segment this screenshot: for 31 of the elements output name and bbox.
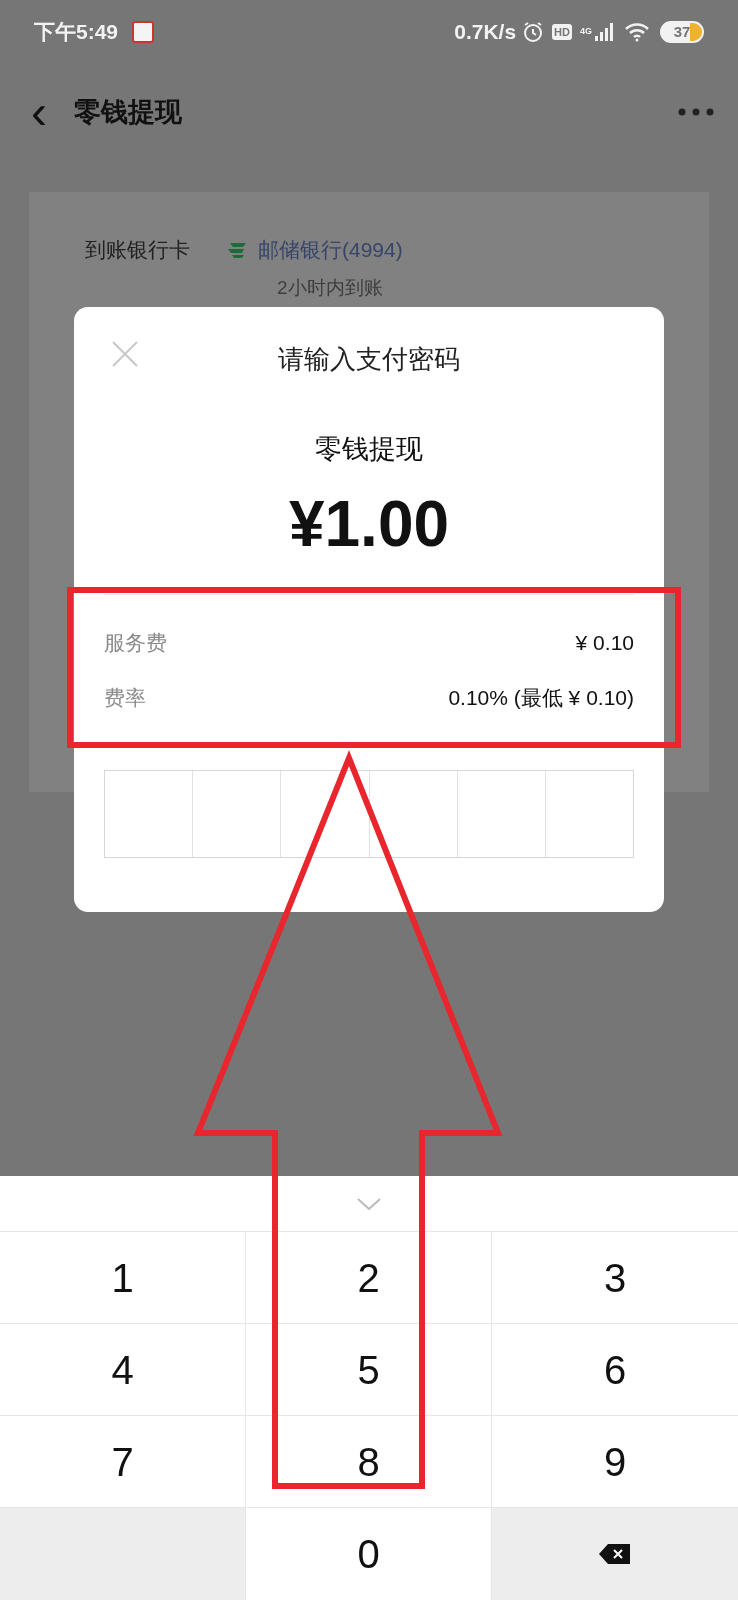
key-button[interactable]: 5 xyxy=(246,1324,492,1416)
password-input-field[interactable] xyxy=(104,769,634,858)
more-icon[interactable] xyxy=(678,108,714,116)
dialog-title: 请输入支付密码 xyxy=(278,342,460,376)
status-time: 下午5:49 xyxy=(34,19,119,46)
fee-value: ¥ 0.10 xyxy=(575,629,634,656)
fee-label: 费率 xyxy=(104,685,146,711)
hd-badge: HD xyxy=(552,23,572,41)
back-button[interactable]: ‹ xyxy=(24,88,54,136)
alarm-icon xyxy=(522,21,545,43)
page-title: 零钱提现 xyxy=(74,95,182,129)
backspace-key[interactable] xyxy=(492,1508,738,1600)
key-button[interactable]: 2 xyxy=(246,1232,492,1324)
arrival-note: 2小时内到账 xyxy=(277,275,384,300)
key-button[interactable]: 4 xyxy=(0,1324,246,1416)
payment-amount: ¥1.00 xyxy=(288,486,450,562)
collapse-chevron-icon[interactable] xyxy=(357,1197,381,1210)
network-type: 4G xyxy=(580,25,592,39)
key-button[interactable]: 8 xyxy=(246,1416,492,1508)
key-button[interactable]: 1 xyxy=(0,1232,246,1324)
wifi-icon xyxy=(624,22,650,42)
signal-icon xyxy=(594,22,616,42)
fee-value: 0.10% (最低 ¥ 0.10) xyxy=(448,685,634,711)
fee-label: 服务费 xyxy=(104,629,167,656)
battery-indicator: 37 xyxy=(660,21,704,43)
field-label: 到账银行卡 xyxy=(85,237,190,263)
backspace-icon xyxy=(598,1542,632,1566)
payment-purpose: 零钱提现 xyxy=(315,433,423,466)
network-speed: 0.7K/s xyxy=(454,19,517,46)
app-notification-icon xyxy=(132,21,155,43)
key-button[interactable]: 7 xyxy=(0,1416,246,1508)
